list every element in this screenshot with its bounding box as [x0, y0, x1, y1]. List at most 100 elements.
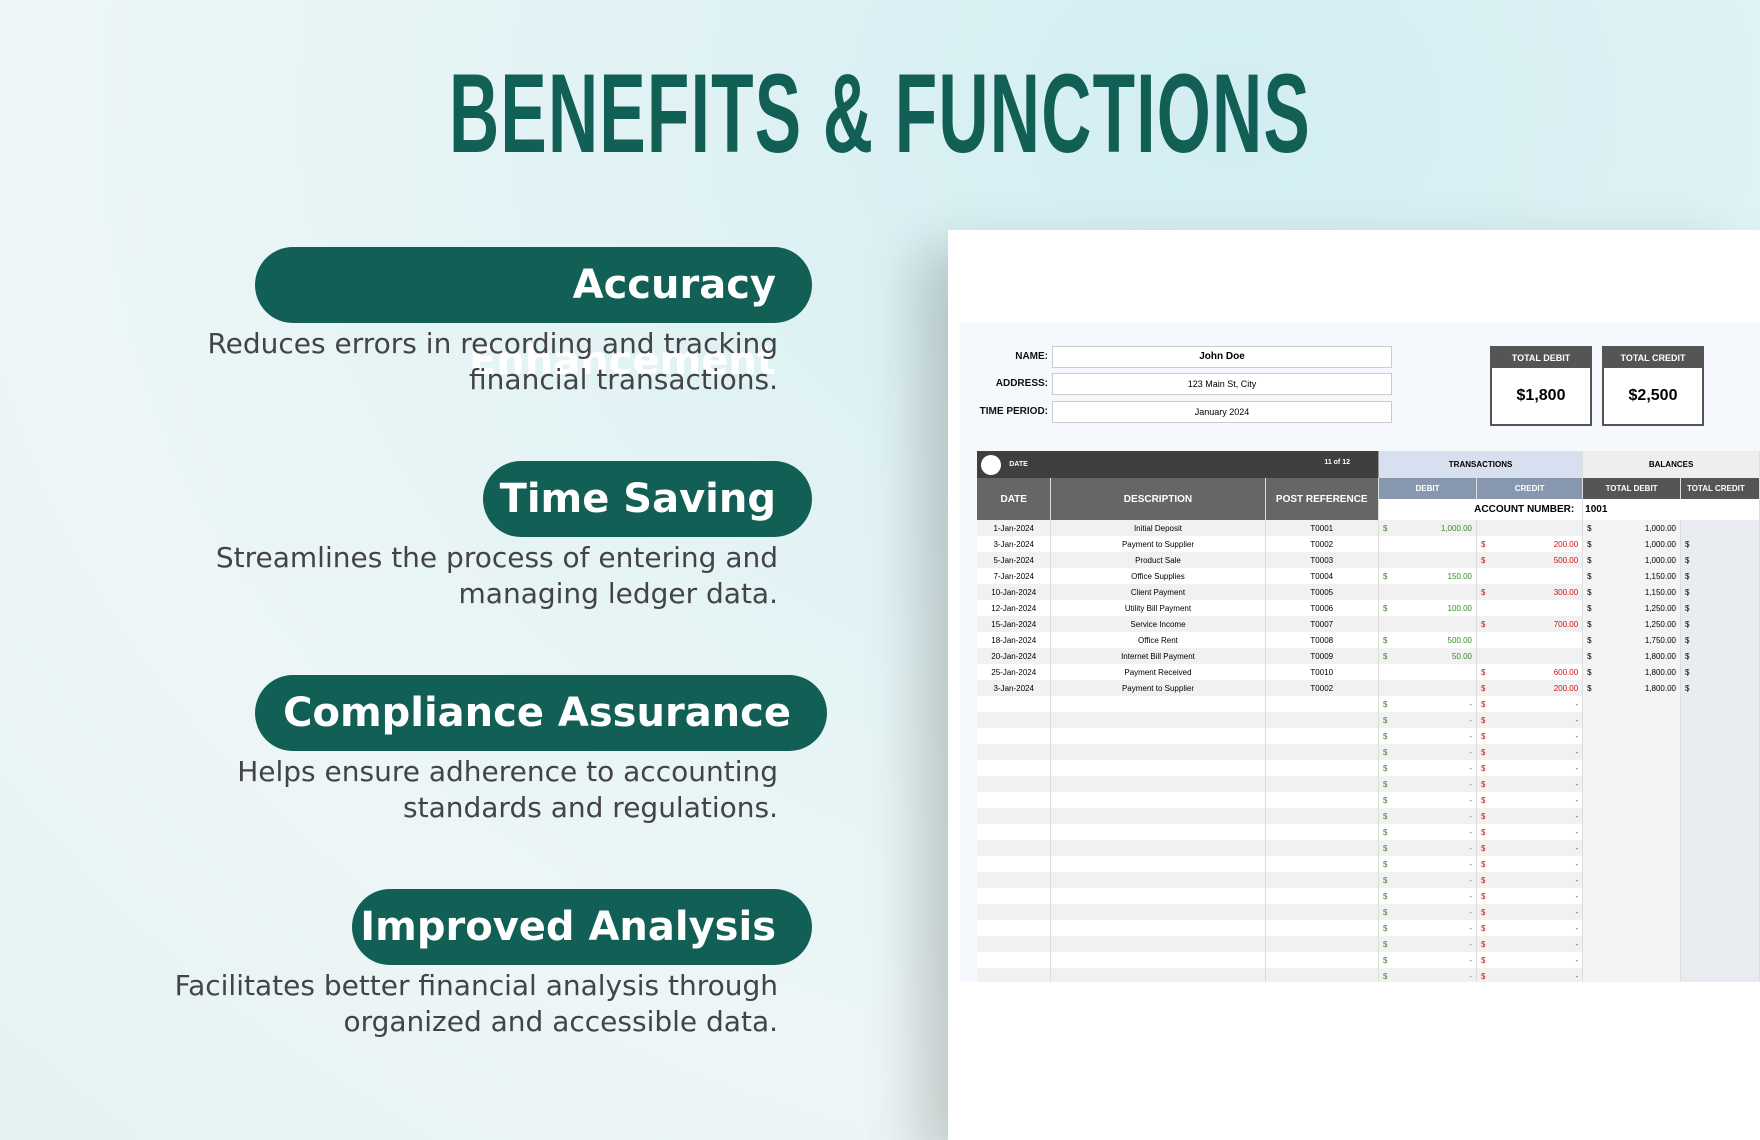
description-header: DESCRIPTION — [1050, 478, 1266, 520]
table-row[interactable]: $ - $ - — [977, 728, 1760, 744]
total-credit-cell: $ — [1680, 600, 1760, 616]
table-row[interactable]: 12-Jan-2024 Utility Bill Payment T0006 $… — [977, 600, 1760, 616]
post-ref-cell: T0004 — [1265, 568, 1379, 584]
total-debit-amount: 1,150.00 — [1644, 587, 1676, 597]
table-row[interactable]: $ - $ - — [977, 968, 1760, 982]
debit-amount: - — [1469, 731, 1472, 741]
name-label: NAME: — [1015, 351, 1048, 362]
total-debit-cell: $1,250.00 — [1582, 600, 1681, 616]
currency-symbol: $ — [1383, 763, 1388, 773]
currency-symbol: $ — [1481, 667, 1486, 677]
total-debit-cell — [1582, 696, 1681, 712]
table-row[interactable]: $ - $ - — [977, 760, 1760, 776]
credit-amount: - — [1575, 795, 1579, 805]
table-row[interactable]: $ - $ - — [977, 792, 1760, 808]
ledger-table: DATE 11 of 12 TRANSACTIONS BALANCES DATE… — [977, 451, 1760, 982]
currency-symbol: $ — [1684, 555, 1690, 565]
slider-handle-icon[interactable] — [981, 454, 1001, 475]
table-row[interactable]: 10-Jan-2024 Client Payment T0005 $300.00… — [977, 584, 1760, 600]
table-row[interactable]: 25-Jan-2024 Payment Received T0010 $600.… — [977, 664, 1760, 680]
table-row[interactable]: $ - $ - — [977, 888, 1760, 904]
currency-symbol: $ — [1481, 891, 1486, 901]
table-row[interactable]: $ - $ - — [977, 952, 1760, 968]
table-row[interactable]: 18-Jan-2024 Office Rent T0008 $500.00 $1… — [977, 632, 1760, 648]
address-field[interactable]: 123 Main St, City — [1052, 373, 1392, 395]
debit-amount: - — [1469, 955, 1472, 965]
total-credit-cell: $ — [1680, 536, 1760, 552]
credit-amount: 500.00 — [1553, 555, 1579, 565]
debit-cell: $ - — [1378, 936, 1477, 952]
date-cell: 3-Jan-2024 — [977, 536, 1052, 552]
description-cell — [1050, 936, 1266, 952]
debit-cell: $ - — [1378, 920, 1477, 936]
currency-symbol: $ — [1383, 859, 1388, 869]
description-cell: Client Payment — [1050, 584, 1266, 600]
transactions-header: TRANSACTIONS — [1377, 451, 1584, 478]
currency-symbol: $ — [1383, 811, 1388, 821]
currency-symbol: $ — [1383, 827, 1388, 837]
description-cell — [1050, 872, 1266, 888]
table-row[interactable]: 15-Jan-2024 Service Income T0007 $700.00… — [977, 616, 1760, 632]
table-row[interactable]: 3-Jan-2024 Payment to Supplier T0002 $20… — [977, 536, 1760, 552]
total-debit-cell: $1,750.00 — [1582, 632, 1681, 648]
table-row[interactable]: $ - $ - — [977, 856, 1760, 872]
table-row[interactable]: $ - $ - — [977, 808, 1760, 824]
credit-amount: - — [1575, 843, 1579, 853]
table-row[interactable]: 7-Jan-2024 Office Supplies T0004 $150.00… — [977, 568, 1760, 584]
table-row[interactable]: $ - $ - — [977, 840, 1760, 856]
date-cell: 18-Jan-2024 — [977, 632, 1052, 648]
credit-amount: - — [1575, 699, 1579, 709]
total-debit-amount: 1,800.00 — [1644, 651, 1676, 661]
debit-cell: $50.00 — [1378, 648, 1477, 664]
date-cell: 25-Jan-2024 — [977, 664, 1052, 680]
total-credit-cell — [1680, 888, 1760, 904]
description-cell — [1050, 744, 1266, 760]
credit-cell: $700.00 — [1476, 616, 1584, 632]
post-ref-cell — [1265, 760, 1379, 776]
table-row[interactable]: $ - $ - — [977, 824, 1760, 840]
period-field[interactable]: January 2024 — [1052, 401, 1392, 423]
description-cell — [1050, 792, 1266, 808]
credit-cell: $ - — [1476, 776, 1584, 792]
desc-line: Facilitates better financial analysis th… — [174, 969, 778, 1002]
post-ref-cell — [1265, 904, 1379, 920]
table-row[interactable]: $ - $ - — [977, 712, 1760, 728]
table-row[interactable]: $ - $ - — [977, 776, 1760, 792]
total-debit-amount: 1,800.00 — [1644, 683, 1676, 693]
credit-cell — [1476, 520, 1584, 536]
table-row[interactable]: $ - $ - — [977, 744, 1760, 760]
credit-amount: - — [1575, 923, 1579, 933]
table-row[interactable]: 5-Jan-2024 Product Sale T0003 $500.00 $1… — [977, 552, 1760, 568]
total-credit-value: $2,500 — [1628, 387, 1678, 404]
total-debit-cell: $1,150.00 — [1582, 568, 1681, 584]
table-row[interactable]: 3-Jan-2024 Payment to Supplier T0002 $20… — [977, 680, 1760, 696]
date-cell — [977, 920, 1052, 936]
table-row[interactable]: $ - $ - — [977, 920, 1760, 936]
credit-cell: $ - — [1476, 808, 1584, 824]
description-cell — [1050, 888, 1266, 904]
date-slider[interactable]: DATE 11 of 12 — [977, 451, 1379, 478]
table-row[interactable]: $ - $ - — [977, 872, 1760, 888]
debit-cell: $ - — [1378, 712, 1477, 728]
table-row[interactable]: 1-Jan-2024 Initial Deposit T0001 $1,000.… — [977, 520, 1760, 536]
total-debit-cell: $1,800.00 — [1582, 664, 1681, 680]
benefit-desc-accuracy: Reduces errors in recording and tracking… — [138, 326, 778, 398]
name-field[interactable]: John Doe — [1052, 346, 1392, 368]
total-debit-cell — [1582, 776, 1681, 792]
table-row[interactable]: $ - $ - — [977, 696, 1760, 712]
table-row[interactable]: 20-Jan-2024 Internet Bill Payment T0009 … — [977, 648, 1760, 664]
slider-label: DATE — [1009, 461, 1028, 468]
post-ref-cell: T0002 — [1265, 536, 1379, 552]
total-debit-amount: 1,250.00 — [1644, 603, 1676, 613]
post-ref-cell — [1265, 712, 1379, 728]
description-cell: Payment to Supplier — [1050, 536, 1266, 552]
table-row[interactable]: $ - $ - — [977, 904, 1760, 920]
date-cell — [977, 904, 1052, 920]
debit-cell: $ - — [1378, 760, 1477, 776]
total-debit-label: TOTAL DEBIT — [1492, 348, 1590, 368]
table-row[interactable]: $ - $ - — [977, 936, 1760, 952]
total-debit-amount: 1,800.00 — [1644, 667, 1676, 677]
currency-symbol: $ — [1587, 635, 1592, 645]
total-credit-cell — [1680, 872, 1760, 888]
desc-line: standards and regulations. — [403, 791, 778, 824]
